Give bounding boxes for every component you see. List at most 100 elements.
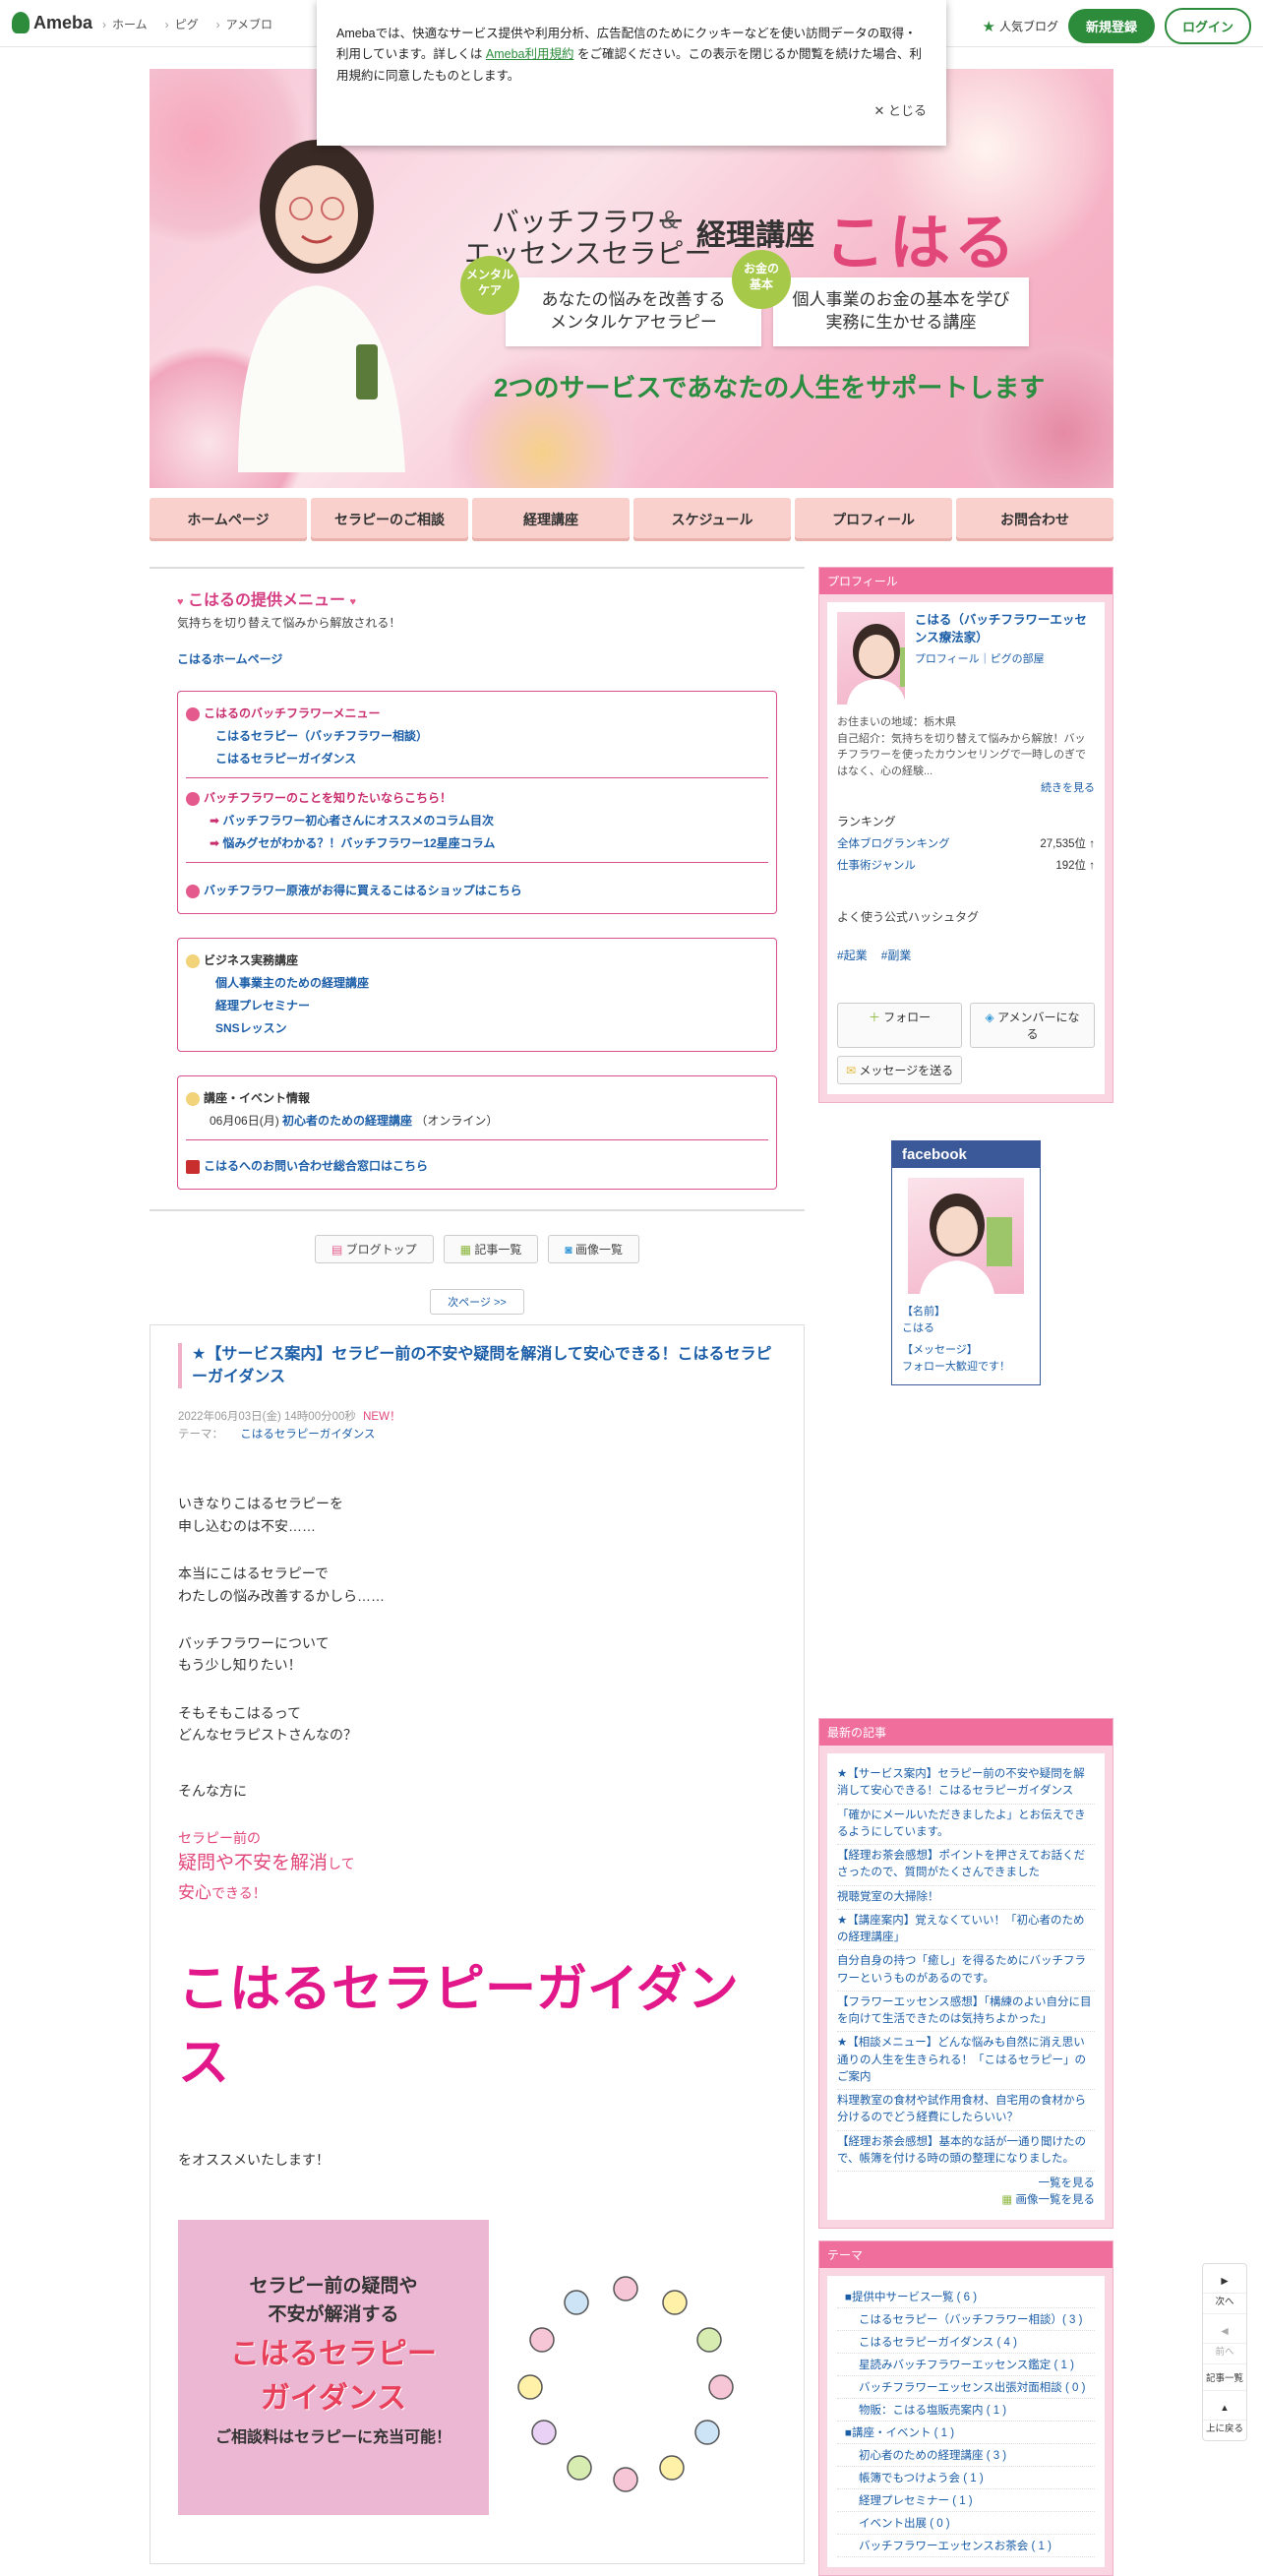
back-to-top-button[interactable]: ▲ 上に戻る [1203,2391,1246,2440]
theme-link-item[interactable]: 初心者のための経理講座 ( 3 ) [837,2444,1095,2467]
latest-entry-link[interactable]: 【フラワーエッセンス感想】「構練のよい自分に目を向けて生活できたのは気持ちよかっ… [837,1992,1095,2033]
business-header: ビジネス実務講座 [204,953,299,967]
signup-button[interactable]: 新規登録 [1067,9,1155,43]
blog-top-button[interactable]: ▤ ブログトップ [314,1235,434,1263]
latest-entry-link[interactable]: ★【サービス案内】セラピー前の不安や疑問を解消して安心できる！こはるセラピーガイ… [837,1763,1095,1805]
highlight-text-small: して [328,1856,355,1872]
service-menu: ♥ こはるの提供メニュー ♥ 気持ちを切り替えて悩みから解放される！ こはるホー… [150,567,805,1211]
next-entry-button[interactable]: ▶ 次へ [1203,2264,1246,2314]
theme-category-link[interactable]: ■講座・イベント ( 1 ) [837,2422,1095,2444]
latest-entry-link[interactable]: 視聴覚室の大掃除！ [837,1886,1095,1910]
bach-learn-header[interactable]: バッチフラワーのことを知りたいならこちら！ [204,791,451,805]
nav-schedule[interactable]: スケジュール [633,498,791,541]
flower-icon [186,706,200,721]
flower-decoration [956,325,1113,488]
overall-ranking-value: 27,535位 ↑ [1040,838,1095,850]
profile-more-link[interactable]: 続きを見る [837,779,1095,795]
link-sns-lesson[interactable]: SNSレッスン [186,1016,768,1039]
top-label: 上に戻る [1205,2423,1243,2434]
latest-entry-link[interactable]: 自分自身の持つ「癒し」を得るためにバッチフラワーというものがあるのです。 [837,1950,1095,1992]
facebook-photo[interactable] [908,1178,1024,1294]
latest-entries-widget: 最新の記事 ★【サービス案内】セラピー前の不安や疑問を解消して安心できる！こはる… [818,1718,1113,2229]
login-button[interactable]: ログイン [1164,8,1251,44]
link-kohaharu-therapy[interactable]: こはるセラピー（バッチフラワー相談） [186,724,768,747]
highlight-line-2: 疑問や不安を解消して [178,1849,776,1878]
link-beginner-column[interactable]: バッチフラワー初心者さんにオススメのコラム目次 [222,814,494,828]
theme-link-item[interactable]: バッチフラワーエッセンスお茶会 ( 1 ) [837,2535,1095,2557]
hashtag-link[interactable]: #起業 [837,949,868,962]
breadcrumb-ameblo[interactable]: アメブロ [216,16,272,32]
nav-accounting[interactable]: 経理講座 [472,498,630,541]
nav-contact[interactable]: お問合わせ [956,498,1113,541]
sparkle-icon [186,1091,200,1106]
body-line: 申し込むのは不安…… [178,1517,316,1534]
latest-entry-link[interactable]: 【経理お茶会感想】ポイントを押さえてお話くださったので、質問がたくさんできました [837,1845,1095,1886]
latest-entry-link[interactable]: 「確かにメールいただきましたよ」とお伝えできるようにしています。 [837,1805,1095,1845]
link-therapy-guidance[interactable]: こはるセラピーガイダンス [186,747,768,769]
latest-entry-link[interactable]: ★【講座案内】覚えなくていい！「初心者のための経理講座」 [837,1910,1095,1951]
theme-link-item[interactable]: 物販：こはる塩販売案内 ( 1 ) [837,2399,1095,2422]
prev-entry-button[interactable]: ◀ 前へ [1203,2314,1246,2364]
link-zodiac-column[interactable]: 悩みグセがわかる？！バッチフラワー12星座コラム [222,836,495,850]
message-button[interactable]: ✉ メッセージを送る [837,1056,963,1084]
link-shop[interactable]: バッチフラワー原液がお得に買えるこはるショップはこちら [204,884,522,897]
entry-list-button[interactable]: ▦ 記事一覧 [443,1235,539,1263]
overall-ranking-link[interactable]: 全体ブログランキング [837,835,950,851]
next-page-link[interactable]: 次ページ >> [430,1289,524,1315]
cookie-banner: Amebaでは、快適なサービス提供や利用分析、広告配信のためにクッキーなどを使い… [317,0,946,146]
profile-links[interactable]: プロフィール｜ピグの部屋 [915,650,1095,666]
entry-list-side-button[interactable]: 記事一覧 [1203,2364,1246,2391]
image-list-button[interactable]: ◙ 画像一覧 [548,1235,639,1263]
contact-link[interactable]: こはるへのお問い合わせ総合窓口はこちら [204,1159,428,1173]
paragraph: 本当にこはるセラピーで わたしの悩み改善するかしら…… [178,1563,776,1607]
bach-menu-header[interactable]: こはるのバッチフラワーメニュー [204,706,381,720]
theme-label: テーマ： [178,1429,223,1441]
sidebar: プロフィール こはる（バッチフラワーエッセンス療法家） プロフィール｜ピグの部屋… [818,567,1113,2576]
follow-button[interactable]: ＋ フォロー [837,1003,962,1048]
nav-home[interactable]: ホームページ [150,498,307,541]
genre-ranking-link[interactable]: 仕事術ジャンル [837,857,916,873]
link-accounting-course[interactable]: 個人事業主のための経理講座 [186,971,768,994]
event-link[interactable]: 初心者のための経理講座 [282,1114,412,1128]
article-title[interactable]: ★【サービス案内】セラピー前の不安や疑問を解消して安心できる！こはるセラピーガイ… [178,1343,776,1389]
theme-link-item[interactable]: 星読みバッチフラワーエッセンス鑑定 ( 1 ) [837,2354,1095,2376]
mail-icon [186,1159,200,1174]
body-line: いきなりこはるセラピーを [178,1496,343,1512]
nav-therapy[interactable]: セラピーのご相談 [311,498,468,541]
latest-list-link[interactable]: 一覧を見る [837,2176,1096,2192]
link-accounting-seminar[interactable]: 経理プレセミナー [186,994,768,1016]
profile-name[interactable]: こはる（バッチフラワーエッセンス療法家） [915,612,1095,646]
page-icon: ▤ [331,1243,343,1257]
theme-link-item[interactable]: バッチフラワーエッセンス出張対面相談 ( 0 ) [837,2376,1095,2399]
profile-avatar[interactable] [837,612,905,705]
terms-link[interactable]: Ameba利用規約 [486,47,574,61]
promo-image[interactable]: セラピー前の疑問や 不安が解消する こはるセラピー ガイダンス ご相談料はセラピ… [178,2220,776,2516]
theme-link[interactable]: こはるセラピーガイダンス [240,1429,375,1441]
latest-image-list[interactable]: ▦ 画像一覧を見る [837,2192,1095,2209]
body-line: もう少し知りたい！ [178,1657,302,1674]
list-icon: ▦ [459,1243,472,1257]
camera-icon: ◙ [565,1243,572,1257]
theme-link-item[interactable]: こはるセラピー（バッチフラワー相談）( 3 ) [837,2308,1095,2331]
theme-link-item[interactable]: 帳簿でもつけよう会 ( 1 ) [837,2467,1095,2489]
homepage-link[interactable]: こはるホームページ [177,650,777,667]
cookie-close-button[interactable]: ✕ とじる [873,100,927,122]
logo-text: Ameba [33,12,93,32]
theme-link-item[interactable]: こはるセラピーガイダンス ( 4 ) [837,2331,1095,2354]
ameba-logo[interactable]: Ameba [12,12,92,33]
theme-link-item[interactable]: イベント出展 ( 0 ) [837,2512,1095,2535]
latest-entry-link[interactable]: 【経理お茶会感想】基本的な話が一通り聞けたので、帳簿を付ける時の頭の整理になりま… [837,2131,1095,2172]
latest-entry-link[interactable]: ★【相談メニュー】どんな悩みも自然に消え思い通りの人生を生きられる！「こはるセラ… [837,2032,1095,2090]
latest-heading: 最新の記事 [819,1719,1113,1746]
popular-blog-link[interactable]: ★ 人気ブログ [983,18,1058,35]
hashtag-link[interactable]: #副業 [881,949,912,962]
breadcrumb-pigg[interactable]: ピグ [165,16,199,32]
theme-category-link[interactable]: ■提供中サービス一覧 ( 6 ) [837,2286,1095,2308]
latest-entry-link[interactable]: 料理教室の食材や試作用食材、自宅用の食材から分けるのでどう経費にしたらいい？ [837,2090,1095,2131]
theme-link-item[interactable]: 経理プレセミナー ( 1 ) [837,2489,1095,2512]
theme-widget: テーマ ■提供中サービス一覧 ( 6 ) こはるセラピー（バッチフラワー相談）(… [818,2239,1113,2576]
nav-profile[interactable]: プロフィール [795,498,952,541]
breadcrumb-home[interactable]: ホーム [102,16,148,32]
message-label: メッセージを送る [859,1064,954,1077]
amember-button[interactable]: ◈ アメンバーになる [970,1003,1095,1048]
